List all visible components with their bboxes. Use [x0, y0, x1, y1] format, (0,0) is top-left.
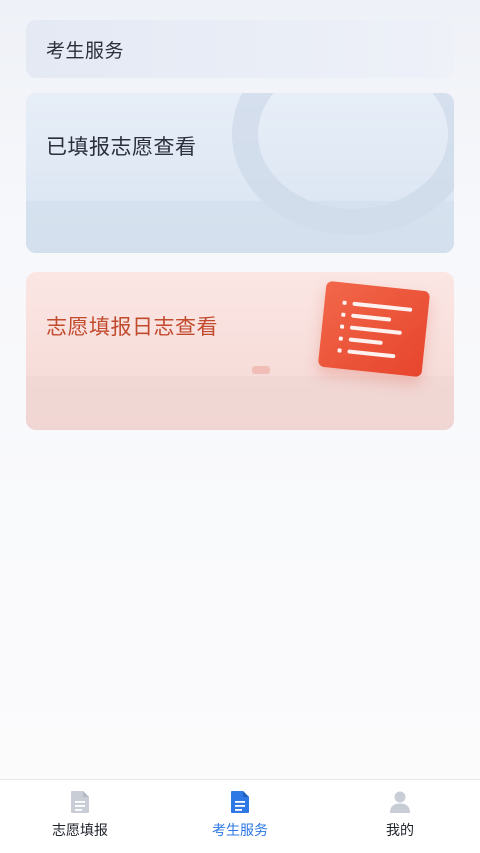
document-list-icon: [317, 280, 431, 378]
card-band: [26, 376, 454, 430]
document-icon: [71, 791, 89, 813]
nav-label: 考生服务: [212, 823, 268, 839]
document-filled-icon: [231, 791, 249, 813]
nav-item-student-services[interactable]: 考生服务: [160, 780, 320, 853]
page-title: 考生服务: [46, 39, 125, 62]
card-band: [26, 201, 454, 253]
nav-label: 志愿填报: [52, 823, 108, 839]
nav-item-profile[interactable]: 我的: [320, 780, 480, 853]
section-header: 考生服务: [26, 20, 454, 78]
illustration-shadow: [252, 366, 270, 374]
preference-log-label: 志愿填报日志查看: [46, 315, 218, 339]
nav-item-volunteer-fill[interactable]: 志愿填报: [0, 780, 160, 853]
bottom-navigation: 志愿填报 考生服务 我的: [0, 779, 480, 853]
preference-log-card[interactable]: 志愿填报日志查看: [26, 272, 454, 430]
nav-label: 我的: [386, 823, 414, 839]
submitted-preferences-card[interactable]: 已填报志愿查看: [26, 93, 454, 253]
submitted-preferences-label: 已填报志愿查看: [46, 135, 197, 159]
user-icon: [390, 791, 410, 813]
